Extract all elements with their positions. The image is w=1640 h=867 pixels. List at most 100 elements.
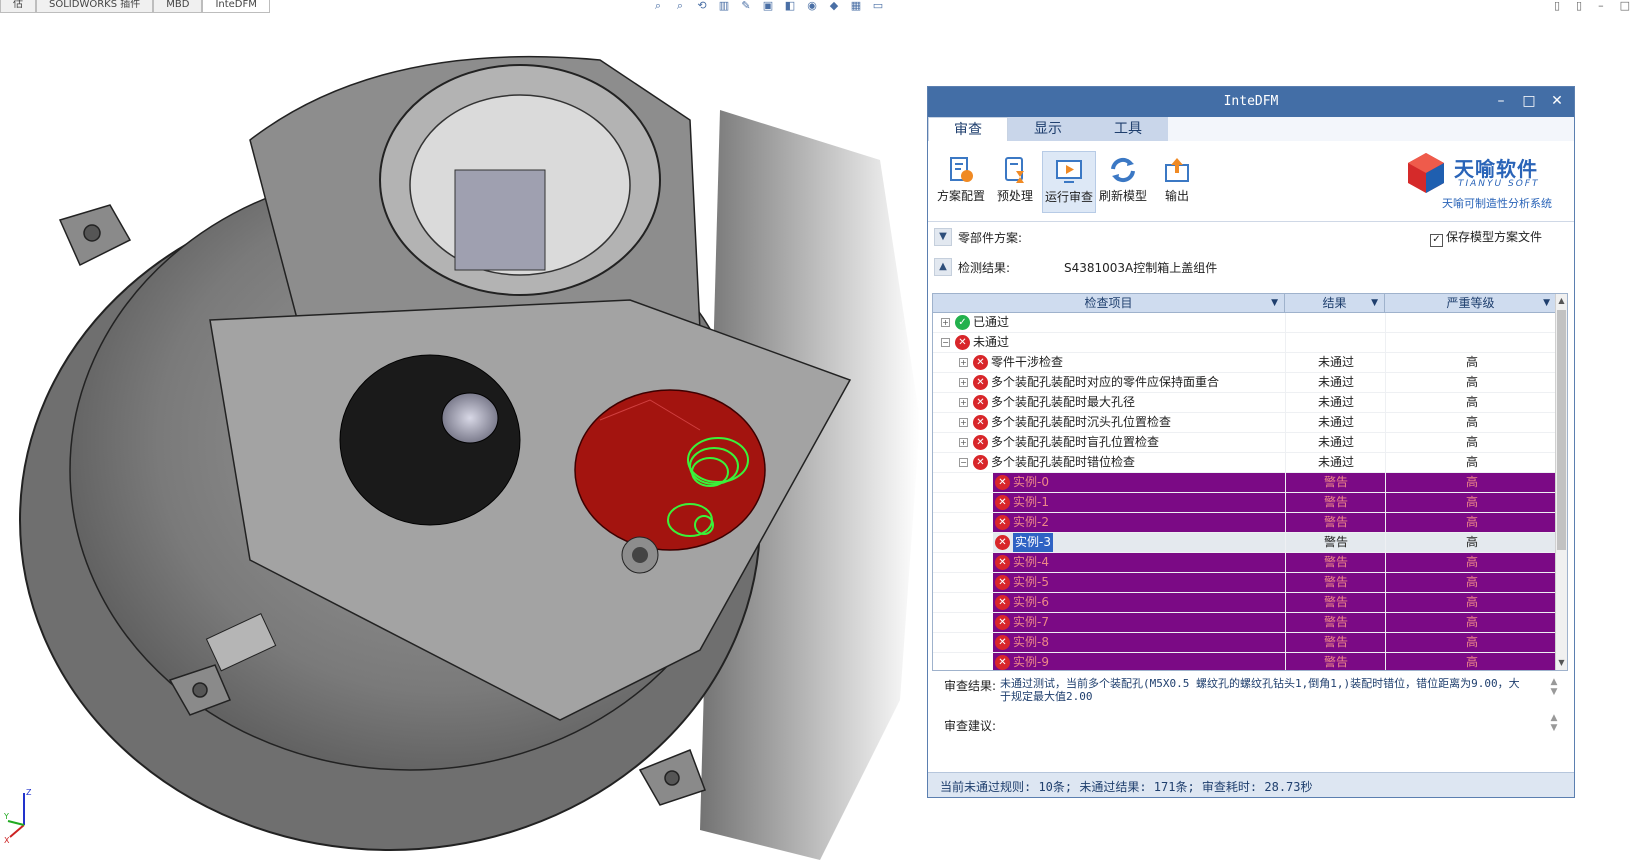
table-row[interactable]: + ✕ 多个装配孔装配时对应的零件应保持面重合 未通过高 — [933, 373, 1557, 393]
cad-tab-mbd[interactable]: MBD — [153, 0, 203, 13]
dynamic-annotation-icon[interactable]: ✎ — [738, 0, 754, 12]
instance-row[interactable]: ✕ 实例-9 警告高 — [933, 653, 1558, 670]
maximize-icon[interactable]: □ — [1520, 91, 1538, 111]
cad-tab-solidworks-addins[interactable]: SOLIDWORKS 插件 — [36, 0, 154, 13]
tab-review[interactable]: 审查 — [928, 117, 1008, 141]
scroll-up-icon[interactable]: ▲ — [1556, 294, 1567, 308]
instance-row[interactable]: ✕ 实例-2 警告高 — [933, 513, 1558, 533]
scene-icon[interactable]: ▦ — [848, 0, 864, 12]
minimize-icon[interactable]: – — [1492, 91, 1510, 111]
column-header-check-item[interactable]: 检查项目 ▼ — [933, 294, 1285, 312]
scroll-down-icon[interactable]: ▼ — [1556, 656, 1567, 670]
check-item-name: 多个装配孔装配时最大孔径 — [991, 395, 1136, 409]
restore-icon[interactable]: ▯ — [1554, 0, 1560, 12]
expand-icon[interactable]: + — [959, 358, 968, 367]
advice-label: 审查建议: — [944, 719, 997, 733]
hide-show-icon[interactable]: ◉ — [804, 0, 820, 12]
column-header-result[interactable]: 结果 ▼ — [1285, 294, 1385, 312]
monitor-icon[interactable]: ▭ — [870, 0, 886, 12]
severity-cell — [1385, 333, 1558, 352]
expand-icon[interactable]: + — [959, 378, 968, 387]
check-item-name: 实例-9 — [1013, 655, 1049, 669]
severity-cell: 高 — [1385, 653, 1558, 670]
severity-cell: 高 — [1385, 373, 1558, 392]
check-item-name: 实例-0 — [1013, 475, 1049, 489]
run-review-button[interactable]: 运行审查 — [1042, 151, 1096, 213]
cad-tab[interactable]: 估 — [0, 0, 36, 13]
view-orientation-icon[interactable]: ▣ — [760, 0, 776, 12]
instance-row[interactable]: ✕ 实例-6 警告高 — [933, 593, 1558, 613]
preprocess-button[interactable]: 预处理 — [988, 151, 1042, 213]
table-row[interactable]: + ✕ 零件干涉检查 未通过高 — [933, 353, 1557, 373]
result-cell — [1285, 333, 1386, 352]
instance-row[interactable]: ✕ 实例-0 警告高 — [933, 473, 1558, 493]
check-item-name: 实例-6 — [1013, 595, 1049, 609]
grid-header: 检查项目 ▼ 结果 ▼ 严重等级 ▼ — [933, 294, 1557, 313]
advice-scroll-icon[interactable]: ▲ ▼ — [1548, 713, 1560, 741]
appearance-icon[interactable]: ◆ — [826, 0, 842, 12]
scheme-config-button[interactable]: 方案配置 — [934, 151, 988, 213]
cad-tab-intedfm[interactable]: InteDFM — [202, 0, 270, 13]
expand-result-button[interactable]: ▲ — [934, 258, 952, 276]
export-button[interactable]: 输出 — [1150, 151, 1204, 213]
severity-cell: 高 — [1385, 633, 1558, 652]
minimize-icon[interactable]: – — [1598, 0, 1604, 12]
status-bar: 当前未通过规则: 10条; 未通过结果: 171条; 审查耗时: 28.73秒 — [928, 772, 1574, 797]
collapse-icon[interactable]: − — [941, 338, 950, 347]
check-item-name: 实例-3 — [1013, 533, 1053, 552]
severity-cell: 高 — [1385, 513, 1558, 532]
scroll-thumb[interactable] — [1557, 310, 1566, 550]
collapse-scheme-button[interactable]: ▼ — [934, 228, 952, 246]
check-item-name: 实例-1 — [1013, 495, 1049, 509]
detect-result-label: 检测结果: — [958, 261, 1011, 275]
table-row[interactable]: − ✕ 未通过 — [933, 333, 1557, 353]
status-text: 当前未通过规则: 10条; 未通过结果: 171条; 审查耗时: 28.73秒 — [940, 780, 1313, 794]
tile-icon[interactable]: ▯ — [1576, 0, 1582, 12]
result-cell: 警告 — [1285, 613, 1386, 632]
check-item-name: 多个装配孔装配时错位检查 — [991, 455, 1136, 469]
table-row[interactable]: + ✕ 多个装配孔装配时最大孔径 未通过高 — [933, 393, 1557, 413]
expand-icon[interactable]: + — [959, 418, 968, 427]
table-row[interactable]: + ✓ 已通过 — [933, 313, 1557, 333]
instance-row[interactable]: ✕ 实例-7 警告高 — [933, 613, 1558, 633]
previous-view-icon[interactable]: ⟲ — [694, 0, 710, 12]
result-cell: 未通过 — [1285, 373, 1386, 392]
instance-row[interactable]: ✕ 实例-1 警告高 — [933, 493, 1558, 513]
save-scheme-checkbox[interactable]: ✓ 保存模型方案文件 — [1429, 228, 1542, 247]
table-row[interactable]: + ✕ 多个装配孔装配时沉头孔位置检查 未通过高 — [933, 413, 1557, 433]
instance-row[interactable]: ✕ 实例-4 警告高 — [933, 553, 1558, 573]
refresh-model-button[interactable]: 刷新模型 — [1096, 151, 1150, 213]
title-bar[interactable]: InteDFM – □ ✕ — [928, 87, 1574, 117]
tianyu-logo-icon — [1408, 153, 1444, 193]
x-circle-icon: ✕ — [973, 375, 988, 390]
expand-icon[interactable]: + — [959, 438, 968, 447]
expand-icon[interactable]: + — [959, 398, 968, 407]
table-row[interactable]: − ✕ 多个装配孔装配时错位检查 未通过高 — [933, 453, 1557, 473]
instance-row[interactable]: ✕ 实例-3 警告高 — [933, 533, 1558, 553]
expand-icon[interactable]: + — [941, 318, 950, 327]
collapse-icon[interactable]: − — [959, 458, 968, 467]
result-cell: 警告 — [1285, 493, 1386, 512]
instance-row[interactable]: ✕ 实例-8 警告高 — [933, 633, 1558, 653]
zoom-fit-icon[interactable]: ⌕ — [650, 0, 666, 12]
ribbon-toolbar: 方案配置 预处理 运行审查 刷新模型 输出 天喻软件 TIANYU SOFT 天… — [928, 141, 1574, 222]
checkbox-icon[interactable]: ✓ — [1429, 234, 1443, 247]
result-cell: 警告 — [1285, 533, 1386, 552]
maximize-icon[interactable]: □ — [1620, 0, 1630, 12]
detect-result-value: S4381003A控制箱上盖组件 — [1064, 261, 1218, 275]
result-scroll-icon[interactable]: ▲ ▼ — [1548, 677, 1560, 705]
grid-body: + ✓ 已通过 − ✕ 未通过 + ✕ 零件干涉检查 未通过高 + ✕ 多个装配孔装配时对应的零件应保持… — [933, 313, 1558, 670]
column-header-severity[interactable]: 严重等级 ▼ — [1385, 294, 1557, 312]
close-icon[interactable]: ✕ — [1548, 91, 1566, 111]
zoom-area-icon[interactable]: ⌕ — [672, 0, 688, 12]
display-style-icon[interactable]: ◧ — [782, 0, 798, 12]
window-title: InteDFM — [1223, 94, 1279, 109]
tab-display[interactable]: 显示 — [1008, 117, 1088, 141]
grid-scrollbar[interactable]: ▲ ▼ — [1555, 294, 1567, 670]
tab-tools[interactable]: 工具 — [1088, 117, 1168, 141]
section-view-icon[interactable]: ▥ — [716, 0, 732, 12]
table-row[interactable]: + ✕ 多个装配孔装配时盲孔位置检查 未通过高 — [933, 433, 1557, 453]
x-circle-icon: ✕ — [973, 455, 988, 470]
instance-row[interactable]: ✕ 实例-5 警告高 — [933, 573, 1558, 593]
check-item-name: 多个装配孔装配时盲孔位置检查 — [991, 435, 1160, 449]
